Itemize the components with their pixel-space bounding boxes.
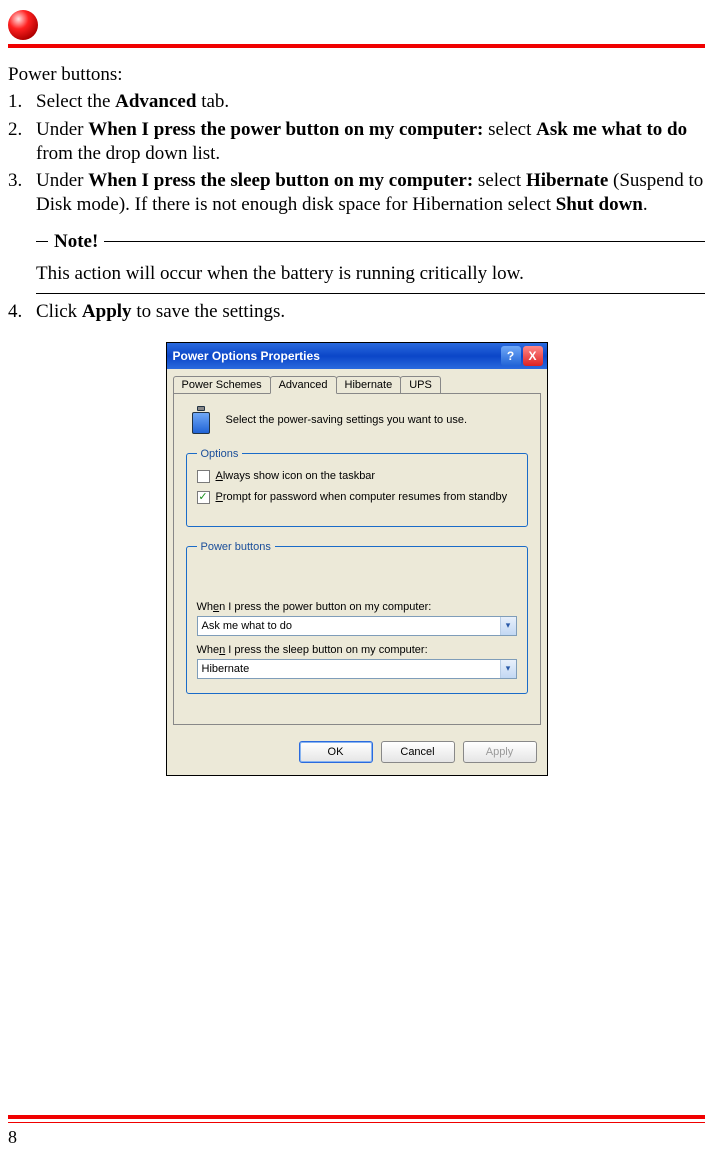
checkbox-label-show-icon: Always show icon on the taskbar bbox=[216, 470, 376, 482]
battery-icon bbox=[186, 406, 216, 434]
tab-panel: Select the power-saving settings you wan… bbox=[173, 393, 541, 725]
titlebar[interactable]: Power Options Properties ? X bbox=[167, 343, 547, 369]
close-icon: X bbox=[528, 349, 536, 363]
step-1: 1. Select the Advanced tab. bbox=[8, 90, 705, 114]
ok-button[interactable]: OK bbox=[299, 741, 373, 763]
footer-rule-thick bbox=[8, 1115, 705, 1119]
options-legend: Options bbox=[197, 448, 243, 460]
close-button[interactable]: X bbox=[523, 346, 543, 366]
footer: 8 bbox=[8, 1115, 705, 1148]
text: Under bbox=[36, 170, 88, 191]
sleep-button-label: When I press the sleep button on my comp… bbox=[197, 644, 517, 656]
step-number: 3. bbox=[8, 169, 36, 217]
power-button-value: Ask me what to do bbox=[202, 620, 293, 632]
tab-ups[interactable]: UPS bbox=[400, 376, 441, 394]
tab-advanced[interactable]: Advanced bbox=[270, 376, 337, 394]
checkbox-label-prompt-password: Prompt for password when computer resume… bbox=[216, 491, 508, 503]
bold-sleep-button: When I press the sleep button on my comp… bbox=[88, 170, 473, 191]
text: tab. bbox=[196, 91, 229, 112]
note-box: Note! This action will occur when the ba… bbox=[36, 231, 705, 294]
panel-description: Select the power-saving settings you wan… bbox=[226, 414, 468, 426]
note-body: This action will occur when the battery … bbox=[36, 263, 705, 285]
text: select bbox=[483, 119, 536, 140]
apply-button[interactable]: Apply bbox=[463, 741, 537, 763]
text: Under bbox=[36, 119, 88, 140]
power-options-dialog: Power Options Properties ? X Power Schem… bbox=[166, 342, 548, 776]
bold-apply: Apply bbox=[82, 301, 132, 322]
bold-power-button: When I press the power button on my comp… bbox=[88, 119, 483, 140]
checkbox-show-icon[interactable] bbox=[197, 470, 210, 483]
step-number: 4. bbox=[8, 300, 36, 324]
step-2: 2. Under When I press the power button o… bbox=[8, 118, 705, 166]
sleep-button-select[interactable]: Hibernate ▾ bbox=[197, 659, 517, 679]
sleep-button-value: Hibernate bbox=[202, 663, 250, 675]
text: select bbox=[473, 170, 526, 191]
text: Click bbox=[36, 301, 82, 322]
step-3: 3. Under When I press the sleep button o… bbox=[8, 169, 705, 217]
step-4: 4. Click Apply to save the settings. bbox=[8, 300, 705, 324]
power-buttons-group: Power buttons When I press the power but… bbox=[186, 541, 528, 694]
note-label: Note! bbox=[48, 231, 104, 253]
checkbox-prompt-password[interactable]: ✓ bbox=[197, 491, 210, 504]
text: to save the settings. bbox=[132, 301, 286, 322]
note-rule-right bbox=[104, 241, 705, 242]
power-button-label: When I press the power button on my comp… bbox=[197, 601, 517, 613]
window-title: Power Options Properties bbox=[173, 349, 499, 363]
power-buttons-legend: Power buttons bbox=[197, 541, 275, 553]
cancel-button[interactable]: Cancel bbox=[381, 741, 455, 763]
options-group: Options Always show icon on the taskbar … bbox=[186, 448, 528, 527]
page-number: 8 bbox=[8, 1127, 705, 1148]
tab-hibernate[interactable]: Hibernate bbox=[336, 376, 402, 394]
text: . bbox=[643, 194, 648, 215]
step-number: 1. bbox=[8, 90, 36, 114]
steps-list-cont: 4. Click Apply to save the settings. bbox=[8, 300, 705, 324]
chevron-down-icon: ▾ bbox=[500, 617, 516, 635]
text: Select the bbox=[36, 91, 115, 112]
intro-text: Power buttons: bbox=[8, 64, 705, 86]
bold-shut-down: Shut down bbox=[556, 194, 643, 215]
bold-advanced: Advanced bbox=[115, 91, 196, 112]
power-button-select[interactable]: Ask me what to do ▾ bbox=[197, 616, 517, 636]
text: from the drop down list. bbox=[36, 143, 220, 164]
note-rule-left bbox=[36, 241, 48, 242]
steps-list: 1. Select the Advanced tab. 2. Under Whe… bbox=[8, 90, 705, 217]
step-number: 2. bbox=[8, 118, 36, 166]
dialog-button-row: OK Cancel Apply bbox=[167, 731, 547, 775]
header-rule bbox=[8, 44, 705, 48]
tab-power-schemes[interactable]: Power Schemes bbox=[173, 376, 271, 394]
help-button[interactable]: ? bbox=[501, 346, 521, 366]
header-red-ball-icon bbox=[8, 10, 38, 40]
bold-ask-me: Ask me what to do bbox=[536, 119, 687, 140]
help-icon: ? bbox=[507, 349, 514, 363]
bold-hibernate: Hibernate bbox=[526, 170, 608, 191]
chevron-down-icon: ▾ bbox=[500, 660, 516, 678]
footer-rule-thin bbox=[8, 1122, 705, 1123]
tab-strip: Power Schemes Advanced Hibernate UPS bbox=[167, 369, 547, 393]
